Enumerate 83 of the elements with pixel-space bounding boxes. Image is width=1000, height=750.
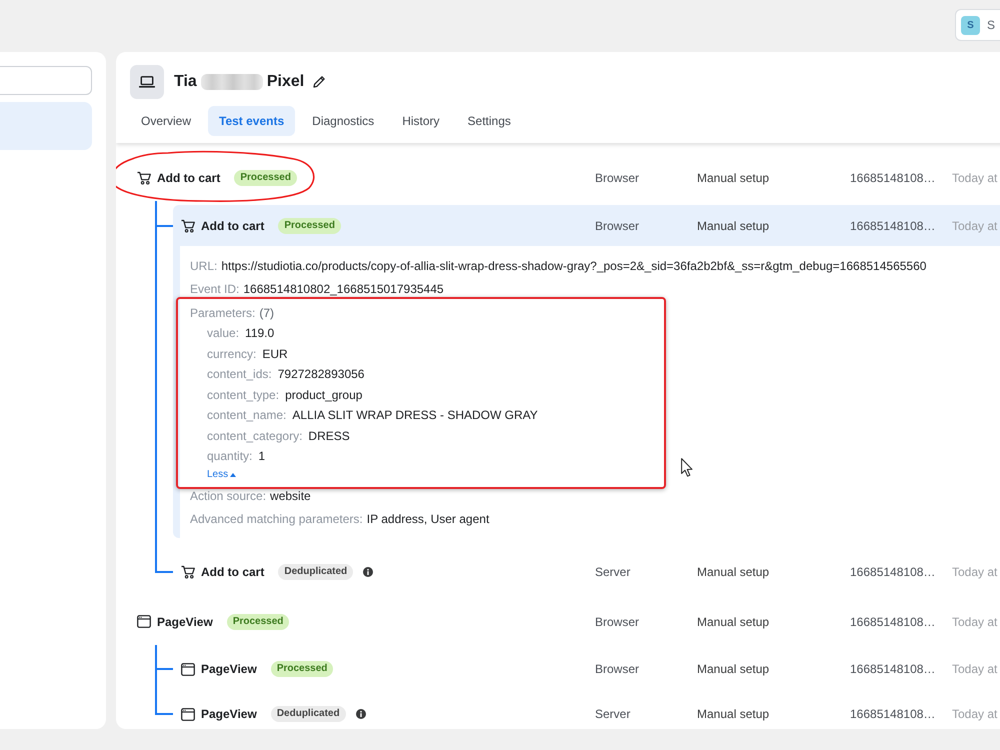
tab[interactable]: History (391, 106, 451, 136)
info-icon[interactable] (356, 709, 366, 719)
parameter-name: currency: (207, 346, 256, 361)
browser-window-icon (181, 662, 195, 676)
status-badge: Deduplicated (270, 706, 346, 722)
account-switcher[interactable]: S S (955, 9, 1000, 41)
status-badge: Deduplicated (278, 564, 354, 580)
event-name: PageView (201, 707, 257, 721)
event-id: 16685148108… (850, 707, 936, 721)
status-badge: Processed (226, 614, 290, 630)
detail-label: Action source: (190, 489, 266, 503)
parameter-value: ALLIA SLIT WRAP DRESS - SHADOW GRAY (292, 408, 538, 422)
shopping-cart-icon (181, 565, 195, 579)
parameter-name: content_name: (207, 408, 286, 422)
tab[interactable]: Overview (130, 106, 202, 136)
event-time: Today at (952, 565, 998, 579)
detail-label: URL: (190, 258, 218, 272)
status-badge: Processed (270, 661, 334, 677)
pixel-title: Tia (174, 73, 197, 91)
setup-method: Manual setup (697, 662, 770, 676)
event-source: Browser (595, 218, 640, 232)
event-name: PageView (157, 614, 213, 628)
detail-value: IP address, User agent (366, 512, 490, 526)
parameter-value: product_group (285, 388, 362, 402)
parameter-name: content_type: (207, 388, 280, 402)
event-source: Server (595, 565, 632, 579)
detail-value: 1668514810802_1668515017935445 (243, 282, 444, 296)
parameter-value: 7927282893056 (278, 367, 364, 382)
event-source: Server (595, 707, 632, 721)
tab[interactable]: Settings (456, 106, 522, 136)
event-name: PageView (201, 662, 257, 676)
event-id: 16685148108… (850, 171, 936, 185)
tab[interactable]: Test events (208, 106, 296, 136)
parameter-value: EUR (262, 346, 288, 361)
detail-label: Advanced matching parameters: (190, 512, 363, 526)
setup-method: Manual setup (697, 218, 770, 232)
pencil-icon[interactable] (312, 75, 326, 89)
parameter-name: quantity: (207, 449, 252, 464)
event-source: Browser (595, 614, 640, 628)
less-link[interactable]: Less (207, 466, 236, 482)
setup-method: Manual setup (697, 614, 770, 628)
parameter-name: content_category: (207, 428, 302, 443)
status-badge: Processed (234, 170, 297, 186)
event-id: 16685148108… (850, 218, 936, 232)
browser-window-icon (181, 708, 195, 720)
event-time: Today at (952, 218, 998, 232)
setup-method: Manual setup (697, 565, 770, 579)
event-source: Browser (595, 662, 640, 676)
mouse-pointer-icon (681, 458, 693, 477)
account-avatar: S (961, 16, 980, 34)
tab[interactable]: Diagnostics (301, 106, 386, 136)
event-time: Today at (952, 707, 998, 721)
event-name: Add to cart (201, 565, 264, 579)
browser-window-icon (137, 615, 151, 628)
setup-method: Manual setup (697, 707, 770, 721)
event-id: 16685148108… (850, 662, 936, 676)
setup-method: Manual setup (697, 171, 770, 185)
event-name: Add to cart (201, 218, 264, 232)
status-badge: Processed (278, 218, 341, 234)
parameter-value: 1 (258, 449, 266, 464)
shopping-cart-icon (137, 171, 151, 185)
parameter-name: value: (207, 326, 240, 340)
event-id: 16685148108… (850, 565, 936, 579)
event-source: Browser (595, 171, 640, 185)
caret-up-icon (230, 472, 236, 476)
parameters-count: (7) (259, 306, 274, 320)
event-name: Add to cart (157, 171, 220, 185)
info-icon[interactable] (363, 567, 374, 577)
parameter-value: 119.0 (245, 326, 274, 340)
pixel-title: Pixel (266, 73, 304, 91)
detail-label: Event ID: (190, 282, 240, 296)
event-time: Today at (952, 662, 998, 676)
parameter-name: content_ids: (207, 367, 272, 382)
detail-value: https://studiotia.co/products/copy-of-allia-slit-wrap-dress-shadow-gray?_pos=2&_sid=36fa2b2bf&_ss=r&gtm_debug=1668514565560 (221, 258, 926, 272)
parameter-value: DRESS (308, 428, 350, 443)
event-id: 16685148108… (850, 614, 936, 628)
laptop-icon (130, 65, 164, 99)
detail-value: website (270, 489, 311, 503)
shopping-cart-icon (181, 218, 195, 232)
event-time: Today at (952, 614, 998, 628)
event-time: Today at (952, 171, 998, 185)
search-field[interactable] (0, 66, 92, 95)
parameters-label: Parameters: (190, 306, 256, 320)
